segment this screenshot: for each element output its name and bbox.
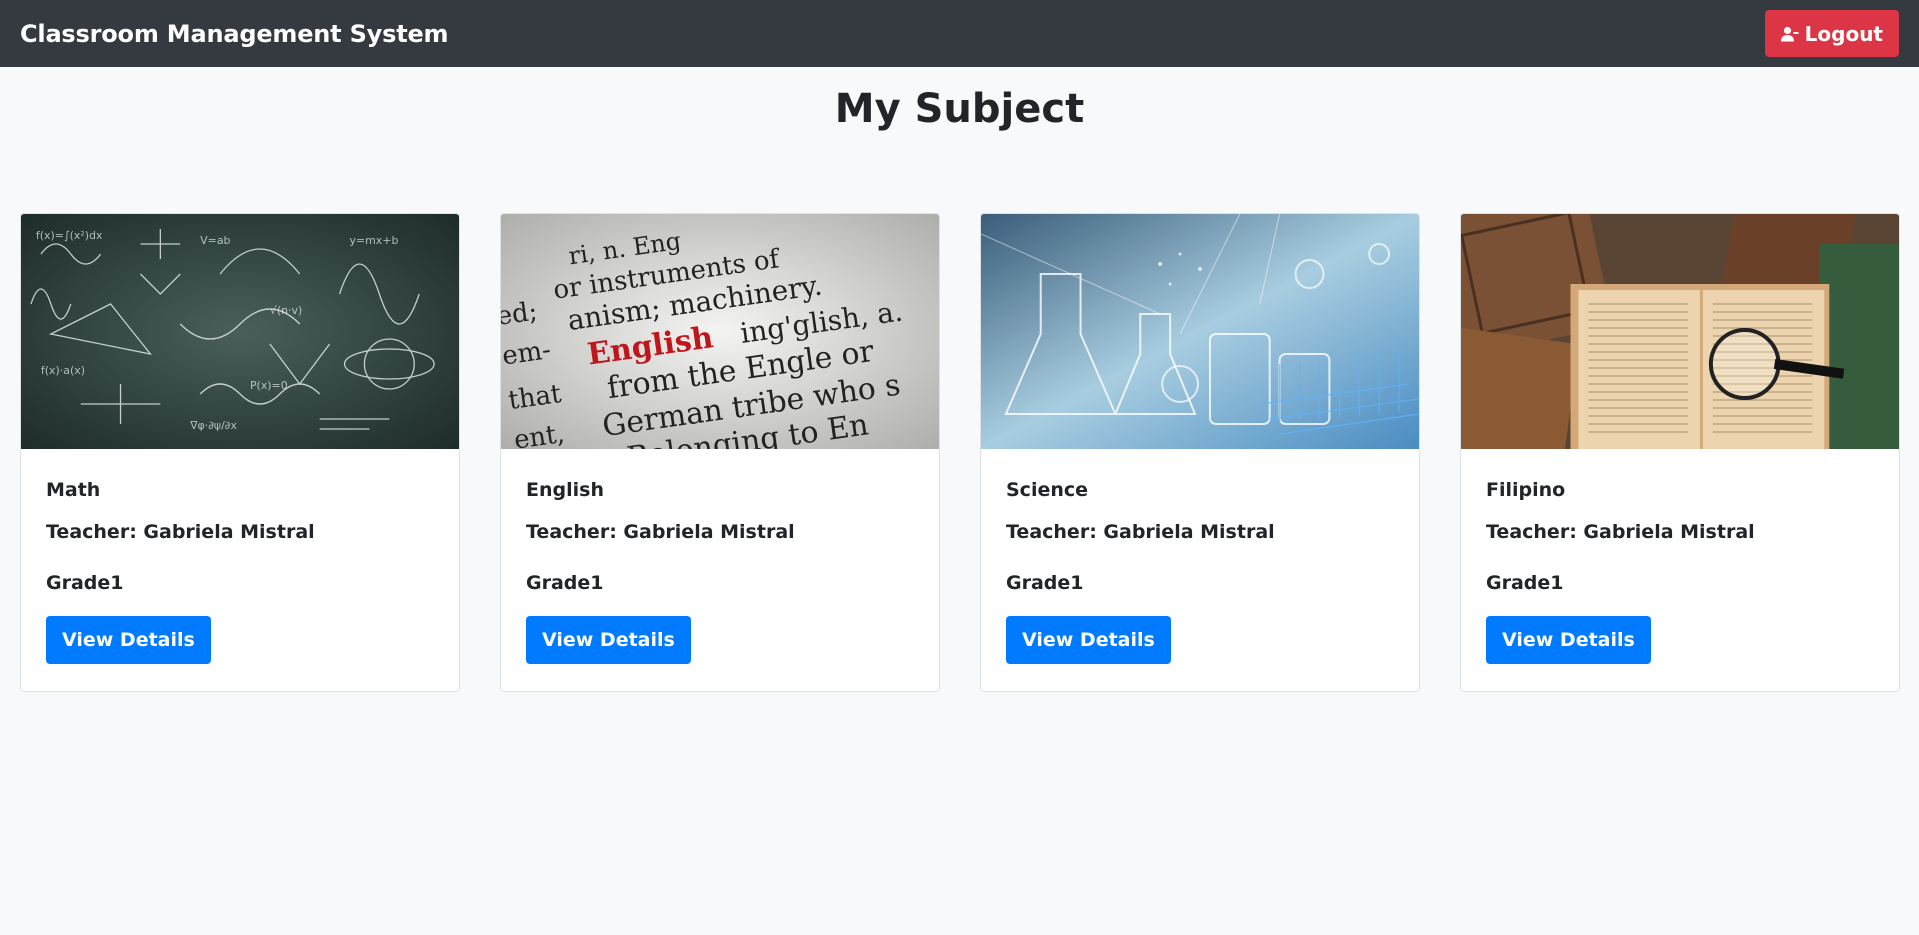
- subject-cards: f(x)=∫(x²)dx V=ab √(n·v) f(x)·a(x) ∇φ·∂ψ…: [20, 213, 1900, 692]
- subject-grade: Grade1: [46, 572, 124, 594]
- svg-text:ed;: ed;: [501, 296, 539, 331]
- logout-label: Logout: [1804, 21, 1883, 46]
- subject-teacher: Teacher: Gabriela Mistral: [526, 521, 795, 543]
- page-title: My Subject: [834, 86, 1085, 132]
- subject-teacher: Teacher: Gabriela Mistral: [1486, 521, 1755, 543]
- svg-text:f(x)=∫(x²)dx: f(x)=∫(x²)dx: [36, 229, 103, 242]
- old-books-image: [1461, 214, 1899, 449]
- math-chalkboard-image: f(x)=∫(x²)dx V=ab √(n·v) f(x)·a(x) ∇φ·∂ψ…: [21, 214, 459, 449]
- subject-name: Science: [1006, 479, 1089, 501]
- subject-name: Filipino: [1486, 479, 1566, 501]
- subject-card-english: ri, n. Eng or instruments of anism; mach…: [500, 213, 940, 692]
- view-details-button-english[interactable]: View Details: [526, 616, 691, 664]
- svg-text:y=mx+b: y=mx+b: [350, 234, 399, 247]
- logout-button[interactable]: Logout: [1764, 10, 1899, 57]
- subject-grade: Grade1: [1006, 572, 1084, 594]
- user-minus-icon: [1780, 26, 1799, 42]
- subject-grade: Grade1: [526, 572, 604, 594]
- view-details-button-science[interactable]: View Details: [1006, 616, 1171, 664]
- subject-teacher: Teacher: Gabriela Mistral: [1006, 521, 1275, 543]
- subject-card-science: Science Teacher: Gabriela Mistral Grade1…: [980, 213, 1420, 692]
- subject-card-filipino: Filipino Teacher: Gabriela Mistral Grade…: [1460, 213, 1900, 692]
- science-lab-image: [981, 214, 1419, 449]
- subject-name: English: [526, 479, 604, 501]
- subject-card-math: f(x)=∫(x²)dx V=ab √(n·v) f(x)·a(x) ∇φ·∂ψ…: [20, 213, 460, 692]
- app-title[interactable]: Classroom Management System: [20, 20, 449, 48]
- subject-grade: Grade1: [1486, 572, 1564, 594]
- svg-text:V=ab: V=ab: [200, 234, 230, 247]
- navbar: Classroom Management System Logout: [0, 0, 1919, 67]
- subject-name: Math: [46, 479, 101, 501]
- subject-teacher: Teacher: Gabriela Mistral: [46, 521, 315, 543]
- svg-text:√(n·v): √(n·v): [270, 304, 302, 317]
- view-details-button-math[interactable]: View Details: [46, 616, 211, 664]
- svg-text:P(x)=0: P(x)=0: [250, 379, 288, 392]
- english-dictionary-image: ri, n. Eng or instruments of anism; mach…: [501, 214, 939, 449]
- svg-text:f(x)·a(x): f(x)·a(x): [41, 364, 85, 377]
- svg-text:∇φ·∂ψ/∂x: ∇φ·∂ψ/∂x: [189, 419, 237, 432]
- view-details-button-filipino[interactable]: View Details: [1486, 616, 1651, 664]
